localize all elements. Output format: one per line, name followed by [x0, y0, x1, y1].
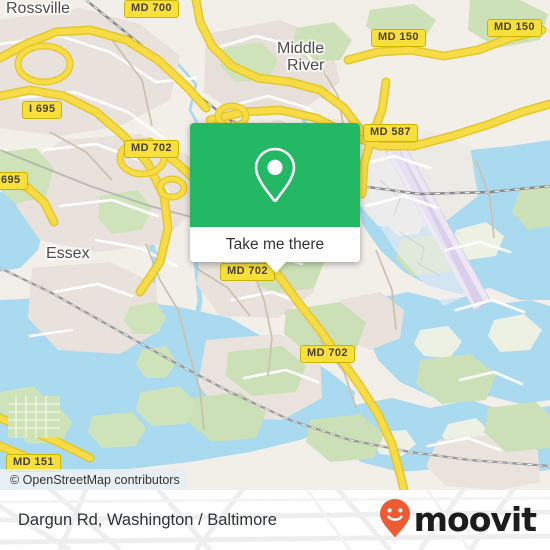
osm-attribution[interactable]: © OpenStreetMap contributors: [0, 469, 186, 490]
map-pin-icon: [251, 145, 299, 205]
location-popup-card[interactable]: Take me there: [190, 123, 360, 273]
road-shield-md-587[interactable]: MD 587: [363, 124, 418, 142]
popup-header: [190, 123, 360, 227]
popup-pointer-tail: [265, 261, 287, 273]
road-shield-md-702-north[interactable]: MD 702: [124, 140, 179, 158]
moovit-pin-smiley-icon: [379, 498, 411, 543]
place-label-middle: Middle: [277, 40, 325, 57]
take-me-there-label: Take me there: [225, 235, 325, 253]
moovit-wordmark: moovit: [413, 499, 537, 539]
location-caption: Dargun Rd, Washington / Baltimore: [18, 490, 277, 550]
bottom-info-bar: Dargun Rd, Washington / Baltimore moovit: [0, 490, 550, 550]
take-me-there-button[interactable]: Take me there: [190, 227, 360, 262]
road-shield-i-695[interactable]: I 695: [22, 101, 63, 119]
road-shield-md-700[interactable]: MD 700: [124, 0, 179, 18]
place-label-essex: Essex: [46, 245, 90, 262]
moovit-map-screenshot: Rossville Middle River Essex MD 700 MD 1…: [0, 0, 550, 550]
osm-attribution-text: © OpenStreetMap contributors: [10, 472, 180, 487]
road-shield-md-150-east[interactable]: MD 150: [487, 19, 542, 37]
road-shield-md-702-south[interactable]: MD 702: [300, 345, 355, 363]
road-shield-695[interactable]: 695: [0, 172, 28, 190]
map-canvas[interactable]: Rossville Middle River Essex MD 700 MD 1…: [0, 0, 550, 490]
place-label-river: River: [287, 57, 325, 74]
moovit-logo[interactable]: moovit: [379, 490, 537, 550]
place-label-rossville: Rossville: [6, 0, 71, 17]
location-caption-text: Dargun Rd, Washington / Baltimore: [18, 510, 277, 529]
road-shield-md-150-west[interactable]: MD 150: [371, 29, 426, 47]
